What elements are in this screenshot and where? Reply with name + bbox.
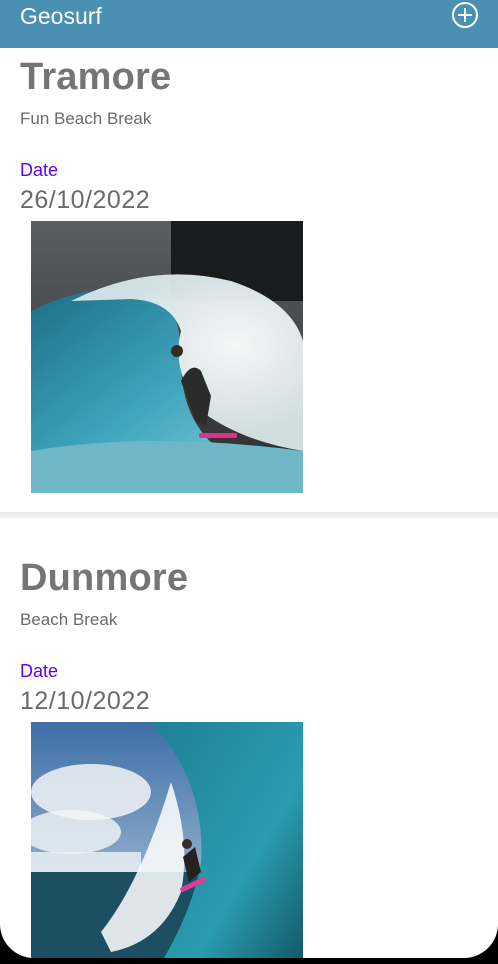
date-label: Date <box>20 661 59 681</box>
spot-date: 26/10/2022 <box>20 186 151 214</box>
date-label: Date <box>20 160 59 180</box>
spot-photo <box>31 221 303 493</box>
spot-description: Fun Beach Break <box>20 109 152 128</box>
spot-name: Dunmore <box>20 557 189 599</box>
spot-card[interactable]: Dunmore Beach Break Date 12/10/2022 <box>0 518 498 958</box>
spot-card[interactable]: Tramore Fun Beach Break Date 26/10/2022 <box>0 0 498 512</box>
spot-description: Beach Break <box>20 610 118 629</box>
screen: Geosurf Tramore Fun Beach Break Date 26/… <box>0 0 498 958</box>
spot-date: 12/10/2022 <box>20 687 151 715</box>
spot-name: Tramore <box>20 56 172 98</box>
spot-photo <box>31 722 303 958</box>
